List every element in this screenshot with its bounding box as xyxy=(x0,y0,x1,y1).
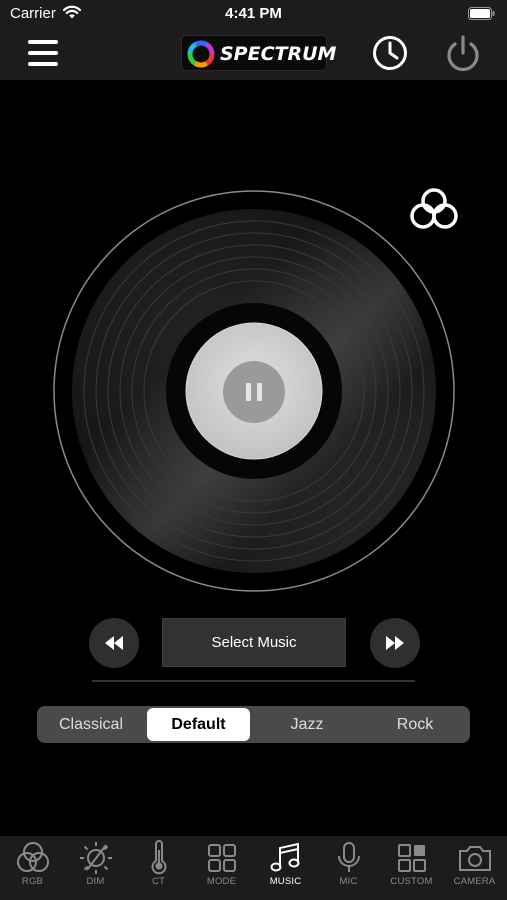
rewind-icon xyxy=(105,636,123,650)
tab-label: MUSIC xyxy=(269,876,302,887)
divider xyxy=(92,680,415,682)
timer-button[interactable] xyxy=(371,34,409,72)
pause-button[interactable] xyxy=(223,361,285,423)
tab-label: CUSTOM xyxy=(390,876,433,887)
camera-icon xyxy=(459,846,491,871)
previous-track-button[interactable] xyxy=(89,618,139,668)
thermometer-icon xyxy=(151,840,167,875)
genre-segmented-control: Classical Default Jazz Rock xyxy=(37,706,470,743)
clock-icon xyxy=(373,36,407,70)
mode-grid-icon xyxy=(208,844,236,872)
tab-custom[interactable]: CUSTOM xyxy=(380,836,443,900)
status-bar: Carrier 4:41 PM xyxy=(0,0,507,28)
rgb-circles-icon xyxy=(17,842,49,872)
fast-forward-icon xyxy=(386,636,404,650)
tab-ct[interactable]: CT xyxy=(127,836,190,900)
microphone-icon xyxy=(338,842,360,872)
tab-mode[interactable]: MODE xyxy=(190,836,253,900)
tab-mic[interactable]: MIC xyxy=(317,836,380,900)
dim-sun-icon xyxy=(80,842,112,874)
spectrum-logo: SPECTRUM xyxy=(181,35,336,71)
power-button[interactable] xyxy=(444,33,482,73)
tab-label: CAMERA xyxy=(453,876,496,887)
status-time: 4:41 PM xyxy=(225,5,282,22)
genre-rock[interactable]: Rock xyxy=(363,708,467,741)
genre-jazz[interactable]: Jazz xyxy=(255,708,359,741)
battery-icon xyxy=(468,7,495,20)
tab-rgb[interactable]: RGB xyxy=(1,836,64,900)
spectrum-ring-icon xyxy=(187,40,215,68)
genre-classical[interactable]: Classical xyxy=(39,708,143,741)
tab-label: MIC xyxy=(339,876,358,887)
tab-bar: RGB DIM CT MODE MUSIC MIC CUSTOM CAMERA xyxy=(0,836,507,900)
nav-bar: SPECTRUM xyxy=(0,28,507,80)
hamburger-menu-icon xyxy=(28,40,58,44)
tab-camera[interactable]: CAMERA xyxy=(443,836,506,900)
tab-label: RGB xyxy=(21,876,44,887)
tab-music[interactable]: MUSIC xyxy=(254,836,317,900)
tab-label: MODE xyxy=(206,876,237,887)
music-note-icon xyxy=(270,842,300,872)
custom-grid-icon xyxy=(398,844,426,872)
tab-label: DIM xyxy=(86,876,105,887)
next-track-button[interactable] xyxy=(370,618,420,668)
tab-label: CT xyxy=(151,876,166,887)
power-icon xyxy=(447,35,479,72)
select-music-button[interactable]: Select Music xyxy=(162,618,346,667)
menu-button[interactable] xyxy=(28,38,60,68)
logo-text: SPECTRUM xyxy=(220,43,337,65)
tab-dim[interactable]: DIM xyxy=(64,836,127,900)
genre-default[interactable]: Default xyxy=(147,708,250,741)
